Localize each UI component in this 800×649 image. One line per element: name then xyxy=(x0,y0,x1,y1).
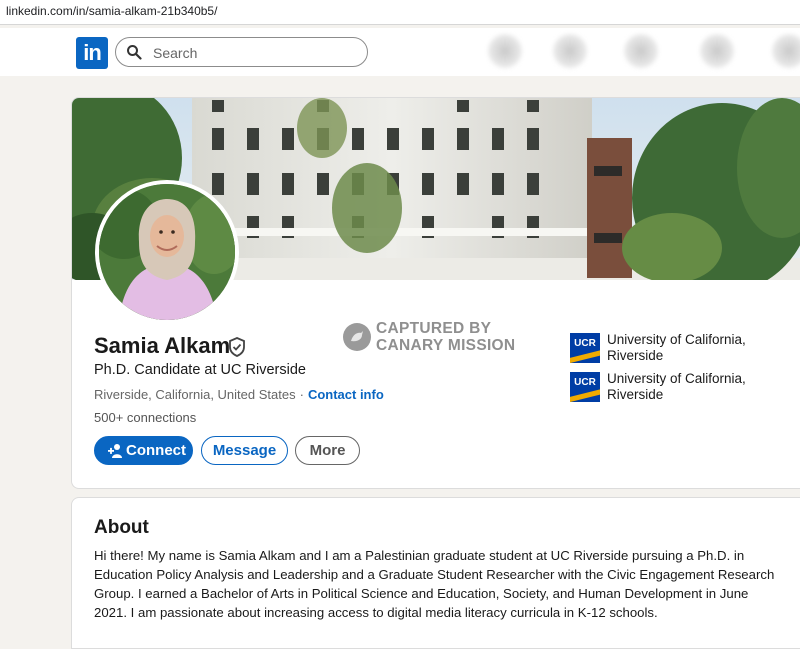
nav-icon-notifications-blurred[interactable] xyxy=(772,34,800,68)
profile-location-line: Riverside, California, United States · Con… xyxy=(94,387,384,402)
nav-icon-jobs-blurred[interactable] xyxy=(624,34,658,68)
captured-watermark: CAPTURED BY CANARY MISSION xyxy=(343,320,523,356)
profile-name: Samia Alkam xyxy=(94,333,231,358)
connect-button-label: Connect xyxy=(126,442,186,459)
education-name: University of California, Riverside xyxy=(607,371,746,402)
search-box[interactable] xyxy=(115,37,368,67)
about-text: Hi there! My name is Samia Alkam and I a… xyxy=(94,548,775,620)
ucr-logo: UCR xyxy=(570,333,600,363)
profile-photo[interactable] xyxy=(95,180,239,324)
nav-icon-home-blurred[interactable] xyxy=(488,34,522,68)
address-url[interactable]: linkedin.com/in/samia-alkam-21b340b5/ xyxy=(6,4,217,18)
message-button[interactable]: Message xyxy=(201,436,288,465)
more-button[interactable]: More xyxy=(295,436,360,465)
watermark-line-1: CAPTURED BY xyxy=(376,320,492,337)
add-person-icon xyxy=(108,444,122,458)
location-separator: · xyxy=(299,387,304,402)
profile-headline: Ph.D. Candidate at UC Riverside xyxy=(94,362,306,378)
ucr-logo-text: UCR xyxy=(574,377,596,388)
search-input[interactable] xyxy=(151,42,355,64)
browser-address-bar[interactable]: linkedin.com/in/samia-alkam-21b340b5/ xyxy=(0,0,800,25)
verified-shield-icon[interactable] xyxy=(228,337,246,357)
ucr-logo-text: UCR xyxy=(574,338,596,349)
nav-icon-network-blurred[interactable] xyxy=(553,34,587,68)
about-heading: About xyxy=(94,517,149,538)
linkedin-logo[interactable]: in xyxy=(76,37,108,69)
education-item[interactable]: UCR University of California, Riverside xyxy=(570,371,795,406)
watermark-line-2: CANARY MISSION xyxy=(376,337,516,354)
search-icon xyxy=(127,45,142,60)
canary-bird-icon xyxy=(343,323,371,351)
education-name: University of California, Riverside xyxy=(607,332,746,363)
ucr-logo: UCR xyxy=(570,372,600,402)
connections-count[interactable]: 500+ connections xyxy=(94,410,196,425)
profile-location: Riverside, California, United States xyxy=(94,387,296,402)
contact-info-link[interactable]: Contact info xyxy=(308,387,384,402)
nav-icon-messaging-blurred[interactable] xyxy=(700,34,734,68)
profile-photo-image xyxy=(99,184,235,320)
connect-button[interactable]: Connect xyxy=(94,436,193,465)
top-navigation: in xyxy=(0,28,800,76)
education-item[interactable]: UCR University of California, Riverside xyxy=(570,332,795,367)
